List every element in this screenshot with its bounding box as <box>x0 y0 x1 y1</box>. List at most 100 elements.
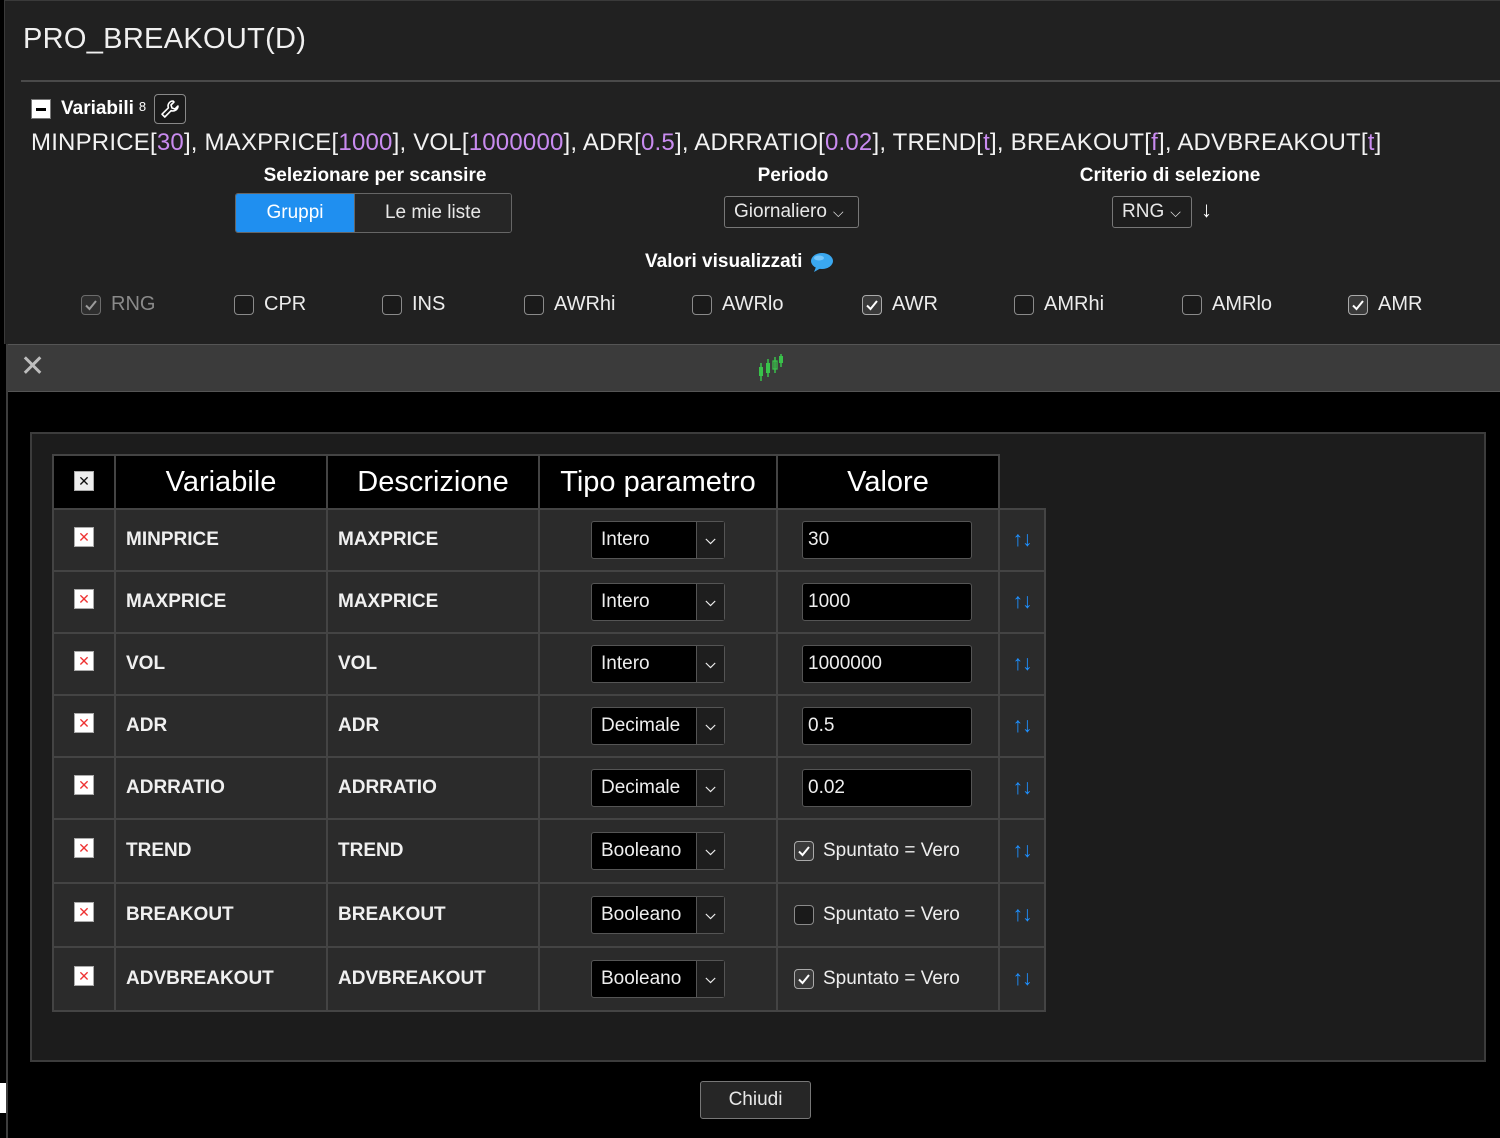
arrow-up-icon[interactable]: ↑ <box>1013 652 1023 675</box>
variable-description: ADVBREAKOUT <box>326 946 540 1012</box>
delete-row-icon[interactable] <box>74 651 94 671</box>
checkbox[interactable] <box>862 294 882 315</box>
arrow-down-icon[interactable]: ↓ <box>1201 197 1212 223</box>
periodo-select[interactable]: Giornaliero ⌵ <box>724 196 859 228</box>
checkbox[interactable] <box>524 294 544 315</box>
wrench-icon[interactable] <box>154 94 187 124</box>
valori-option-amrlo[interactable]: AMRlo <box>1182 293 1272 316</box>
arrow-up-icon[interactable]: ↑ <box>1013 967 1023 990</box>
type-cell: Booleano ⌵ <box>538 946 778 1012</box>
delete-cell <box>52 570 116 634</box>
valori-option-amrhi[interactable]: AMRhi <box>1014 293 1104 316</box>
arrow-down-icon[interactable]: ↓ <box>1022 967 1032 990</box>
variable-name: MAXPRICE <box>114 570 328 634</box>
collapse-icon[interactable] <box>31 99 51 119</box>
value-input[interactable] <box>802 707 972 745</box>
arrow-down-icon[interactable]: ↓ <box>1022 903 1032 926</box>
delete-row-icon[interactable] <box>74 966 94 986</box>
chevron-down-icon: ⌵ <box>696 961 724 997</box>
close-button[interactable]: Chiudi <box>700 1081 811 1119</box>
delete-row-icon[interactable] <box>74 713 94 733</box>
type-select[interactable]: Booleano ⌵ <box>591 896 725 934</box>
value-cell <box>776 756 1000 820</box>
arrow-down-icon[interactable]: ↓ <box>1022 652 1032 675</box>
chevron-down-icon: ⌵ <box>696 708 724 744</box>
variable-summary-item: VOL[1000000], <box>413 129 583 156</box>
tab-gruppi[interactable]: Gruppi <box>236 194 355 232</box>
checkbox[interactable] <box>692 294 712 315</box>
type-select[interactable]: Booleano ⌵ <box>591 960 725 998</box>
arrow-down-icon[interactable]: ↓ <box>1022 839 1032 862</box>
boolean-toggle[interactable]: Spuntato = Vero <box>794 840 998 862</box>
checkbox-label: RNG <box>111 293 156 315</box>
variable-summary-item: BREAKOUT[f], <box>1010 129 1178 156</box>
valori-option-cpr[interactable]: CPR <box>234 293 306 316</box>
value-input[interactable] <box>802 521 972 559</box>
value-input[interactable] <box>802 645 972 683</box>
variable-value: 1000 <box>338 129 393 156</box>
type-select[interactable]: Intero ⌵ <box>591 645 725 683</box>
checkbox[interactable] <box>1348 294 1368 315</box>
delete-row-icon[interactable] <box>74 838 94 858</box>
arrow-down-icon[interactable]: ↓ <box>1022 590 1032 613</box>
arrow-up-icon[interactable]: ↑ <box>1013 839 1023 862</box>
valori-option-amr[interactable]: AMR <box>1348 293 1422 316</box>
type-select[interactable]: Decimale ⌵ <box>591 769 725 807</box>
checkbox-label: CPR <box>264 293 307 315</box>
col-variabile: Variabile <box>114 454 328 510</box>
table-row: VOLVOL Intero ⌵ ↑↓ <box>52 632 1046 696</box>
table-row: TRENDTREND Booleano ⌵ Spuntato = Vero ↑↓ <box>52 818 1046 884</box>
boolean-toggle[interactable]: Spuntato = Vero <box>794 904 998 926</box>
boolean-toggle[interactable]: Spuntato = Vero <box>794 968 998 990</box>
variable-summary-item: ADVBREAKOUT[t] <box>1177 129 1382 156</box>
tab-le-mie-liste[interactable]: Le mie liste <box>355 194 511 232</box>
type-select[interactable]: Intero ⌵ <box>591 521 725 559</box>
criterio-select[interactable]: RNG ⌵ <box>1112 196 1192 228</box>
delete-row-icon[interactable] <box>74 775 94 795</box>
delete-all-icon[interactable] <box>74 470 94 491</box>
value-input[interactable] <box>802 769 972 807</box>
value-input[interactable] <box>802 583 972 621</box>
arrow-up-icon[interactable]: ↑ <box>1013 776 1023 799</box>
type-select[interactable]: Decimale ⌵ <box>591 707 725 745</box>
checkbox[interactable] <box>1014 294 1034 315</box>
col-order <box>999 455 1045 510</box>
valori-option-rng[interactable]: RNG <box>81 293 155 316</box>
valori-option-awrhi[interactable]: AWRhi <box>524 293 615 316</box>
delete-row-icon[interactable] <box>74 589 94 609</box>
arrow-up-icon[interactable]: ↑ <box>1013 714 1023 737</box>
checkbox[interactable] <box>794 969 814 989</box>
close-icon[interactable]: ✕ <box>20 352 45 382</box>
table-row: ADVBREAKOUTADVBREAKOUT Booleano ⌵ Spuntato … <box>52 946 1046 1012</box>
valori-option-awrlo[interactable]: AWRlo <box>692 293 783 316</box>
type-select[interactable]: Booleano ⌵ <box>591 832 725 870</box>
checkbox[interactable] <box>794 905 814 925</box>
candlestick-chart-icon <box>759 354 783 381</box>
arrow-up-icon[interactable]: ↑ <box>1013 528 1023 551</box>
value-cell <box>776 570 1000 634</box>
arrow-up-icon[interactable]: ↑ <box>1013 903 1023 926</box>
value-cell <box>776 694 1000 758</box>
delete-row-icon[interactable] <box>74 527 94 547</box>
speech-bubble-icon[interactable] <box>810 252 834 272</box>
valori-option-awr[interactable]: AWR <box>862 293 938 316</box>
checkbox[interactable] <box>382 294 402 315</box>
scan-segmented-control: Gruppi Le mie liste <box>235 193 512 233</box>
variable-name: ADRRATIO <box>694 129 819 156</box>
checkbox[interactable] <box>1182 294 1202 315</box>
checkbox[interactable] <box>794 841 814 861</box>
valori-option-ins[interactable]: INS <box>382 293 445 316</box>
checkbox[interactable] <box>234 294 254 315</box>
type-select[interactable]: Intero ⌵ <box>591 583 725 621</box>
delete-cell <box>52 694 116 758</box>
page-title: PRO_BREAKOUT(D) <box>23 23 307 55</box>
arrow-up-icon[interactable]: ↑ <box>1013 590 1023 613</box>
arrow-down-icon[interactable]: ↓ <box>1022 776 1032 799</box>
checkbox[interactable] <box>81 294 101 315</box>
variable-name: ADVBREAKOUT <box>1177 129 1361 156</box>
arrow-down-icon[interactable]: ↓ <box>1022 714 1032 737</box>
value-cell <box>776 508 1000 572</box>
arrow-down-icon[interactable]: ↓ <box>1022 528 1032 551</box>
type-cell: Decimale ⌵ <box>538 694 778 758</box>
delete-row-icon[interactable] <box>74 902 94 922</box>
